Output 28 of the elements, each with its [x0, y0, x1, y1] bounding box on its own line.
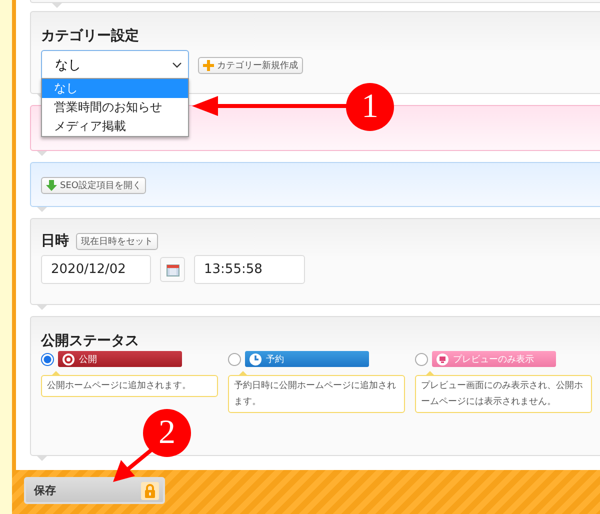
lock-icon	[141, 482, 159, 500]
date-field[interactable]: 2020/12/02	[41, 255, 151, 284]
new-category-button[interactable]: カテゴリー新規作成	[198, 56, 303, 74]
time-field[interactable]: 13:55:58	[194, 255, 305, 284]
dropdown-option[interactable]: メディア掲載	[42, 117, 188, 136]
seo-toggle-button[interactable]: SEO設定項目を開く	[41, 177, 146, 194]
monitor-icon	[436, 352, 449, 366]
save-button[interactable]: 保存	[24, 477, 165, 504]
down-arrow-icon	[46, 180, 57, 191]
radio-button[interactable]	[228, 352, 241, 366]
plus-icon	[203, 60, 214, 70]
category-select[interactable]: なし	[41, 50, 189, 80]
calendar-button[interactable]	[160, 257, 185, 282]
calendar-icon	[166, 262, 180, 276]
section-title: カテゴリー設定	[41, 27, 139, 45]
section-title: 日時	[41, 232, 69, 250]
chevron-down-icon	[172, 62, 182, 68]
status-label: 予約	[245, 351, 369, 367]
status-label: プレビューのみ表示	[432, 351, 556, 367]
radio-button[interactable]	[415, 352, 428, 366]
set-now-button[interactable]: 現在日時をセット	[76, 232, 158, 250]
target-icon	[62, 352, 75, 366]
pointer-notch	[52, 3, 62, 8]
radio-button[interactable]	[41, 352, 54, 366]
status-label: 公開	[58, 351, 182, 367]
section-title: 公開ステータス	[41, 332, 139, 350]
dropdown-option[interactable]: 営業時間のお知らせ	[42, 98, 188, 117]
clock-icon	[249, 352, 262, 366]
